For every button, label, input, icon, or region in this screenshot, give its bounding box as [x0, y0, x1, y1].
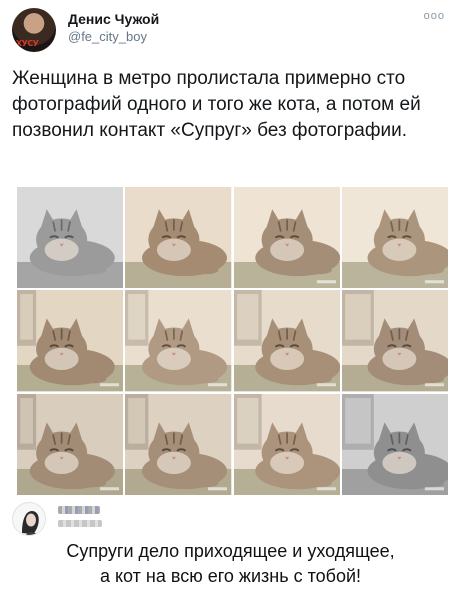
reply-text-line-1: Супруги дело приходящее и уходящее, — [66, 541, 395, 561]
author-avatar[interactable]: ХУСУ — [12, 8, 56, 52]
avatar-shirt-text: ХУСУ — [16, 39, 39, 48]
tweet-text: Женщина в метро пролистала примерно сто … — [12, 68, 421, 141]
cat-photo-9[interactable] — [17, 393, 124, 495]
cat-photo-4[interactable] — [341, 187, 448, 289]
reply-author-name-blurred — [58, 506, 100, 514]
cat-photo-6[interactable] — [125, 290, 232, 392]
more-dots-icon[interactable]: ooo — [424, 10, 445, 22]
cat-photo-8[interactable] — [341, 290, 448, 392]
cat-photo-1[interactable] — [17, 187, 124, 289]
cat-photo-5[interactable] — [17, 290, 124, 392]
cat-photo-7[interactable] — [233, 290, 340, 392]
reply-avatar[interactable] — [12, 502, 46, 536]
reply-text: Супруги дело приходящее и уходящее, а ко… — [8, 539, 453, 589]
reply: Супруги дело приходящее и уходящее, а ко… — [8, 500, 453, 600]
cat-photo-10[interactable] — [125, 393, 232, 495]
tweet-header: ХУСУ Денис Чужой @fe_city_boy ooo — [12, 8, 447, 52]
cat-photo-12[interactable] — [341, 393, 448, 495]
cat-photo-3[interactable] — [233, 187, 340, 289]
author-handle[interactable]: @fe_city_boy — [68, 29, 147, 44]
cat-photo-2[interactable] — [125, 187, 232, 289]
reply-author-handle-blurred — [58, 520, 102, 527]
photo-grid — [17, 187, 448, 495]
author-name[interactable]: Денис Чужой — [68, 11, 159, 27]
reply-text-line-2: а кот на всю его жизнь с тобой! — [99, 566, 362, 586]
cat-photo-11[interactable] — [233, 393, 340, 495]
